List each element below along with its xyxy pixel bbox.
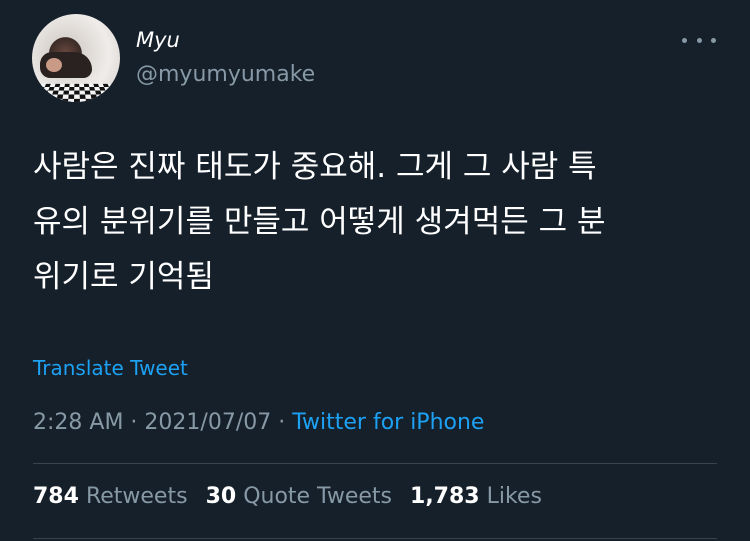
meta-separator: ·	[271, 410, 293, 435]
translate-tweet-link[interactable]: Translate Tweet	[33, 356, 188, 380]
retweets-label: Retweets	[85, 484, 188, 509]
likes-label: Likes	[486, 484, 542, 509]
more-options-icon[interactable]	[682, 28, 716, 52]
retweets-count: 784	[33, 484, 79, 509]
likes-stat[interactable]: 1,783 Likes	[410, 484, 542, 509]
avatar-floor	[32, 83, 120, 102]
quote-tweets-stat[interactable]: 30 Quote Tweets	[206, 484, 392, 509]
tweet-line: 사람은 진짜 태도가 중요해. 그게 그 사람 특	[33, 149, 597, 185]
tweet-line: 유의 분위기를 만들고 어떻게 생겨먹든 그 분	[33, 204, 606, 240]
avatar-face	[46, 58, 62, 72]
tweet-date[interactable]: 2021/07/07	[144, 410, 271, 435]
tweet-text: 사람은 진짜 태도가 중요해. 그게 그 사람 특 유의 분위기를 만들고 어떻…	[33, 140, 723, 305]
divider	[33, 463, 717, 464]
more-dot	[696, 37, 702, 43]
divider	[33, 538, 717, 539]
avatar[interactable]	[32, 14, 120, 102]
quote-tweets-count: 30	[205, 484, 237, 509]
tweet-stats: 784 Retweets 30 Quote Tweets 1,783 Likes	[33, 484, 542, 509]
tweet-line: 위기로 기억됨	[33, 259, 214, 295]
tweet-meta: 2:28 AM · 2021/07/07 · Twitter for iPhon…	[33, 410, 484, 435]
author-name[interactable]: Myu	[136, 28, 180, 52]
tweet-source-link[interactable]: Twitter for iPhone	[292, 410, 484, 435]
meta-separator: ·	[123, 410, 145, 435]
quote-tweets-label: Quote Tweets	[243, 484, 393, 509]
author-handle[interactable]: @myumyumake	[136, 62, 315, 87]
retweets-stat[interactable]: 784 Retweets	[33, 484, 188, 509]
more-dot	[682, 37, 687, 43]
likes-count: 1,783	[410, 484, 480, 509]
more-dot	[711, 37, 716, 43]
tweet-time[interactable]: 2:28 AM	[33, 410, 123, 435]
